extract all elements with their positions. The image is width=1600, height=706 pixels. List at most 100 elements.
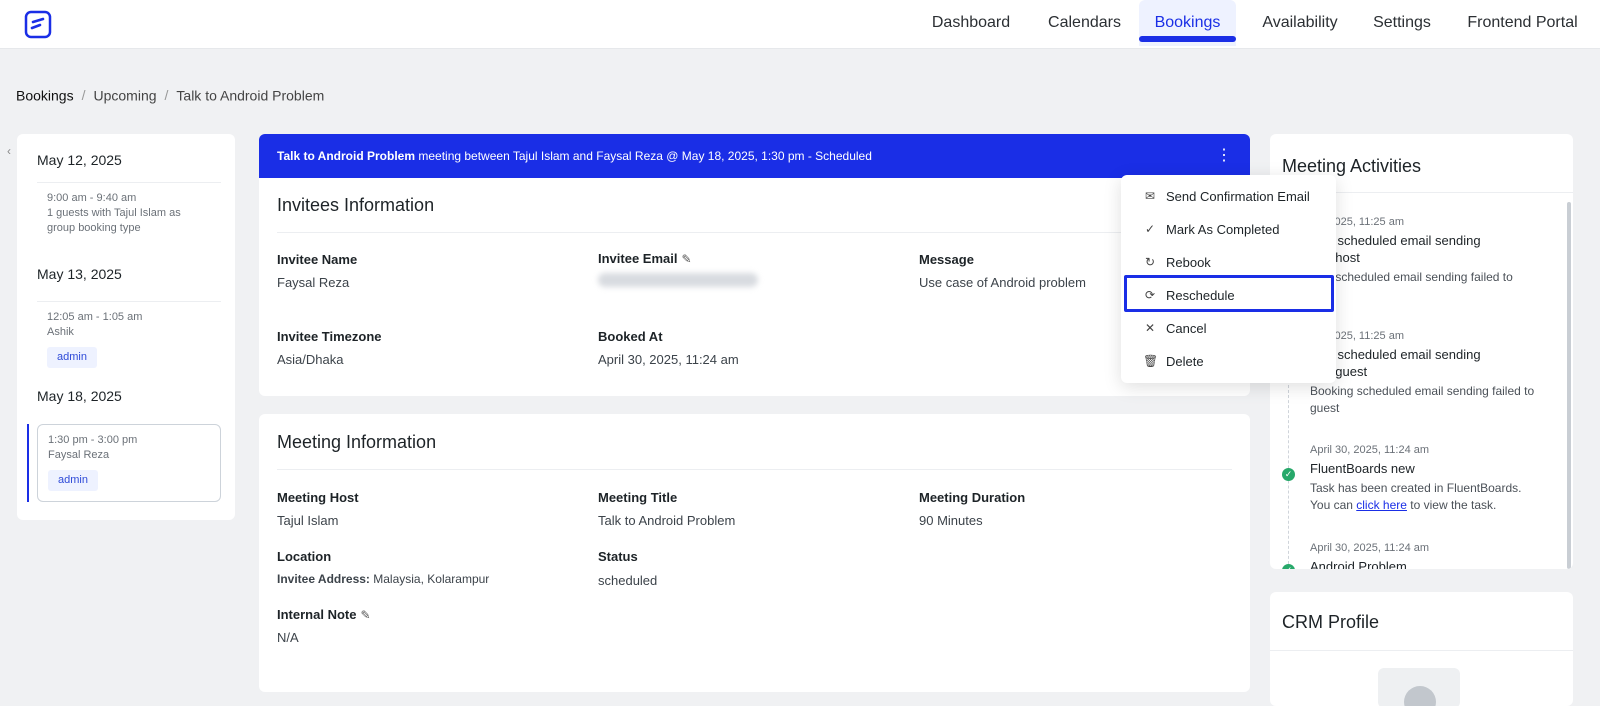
crm-profile-panel: CRM Profile — [1270, 592, 1573, 706]
activity-item: 30, 2025, 11:25 am king scheduled email … — [1310, 216, 1550, 286]
status-value: scheduled — [598, 573, 658, 588]
avatar — [1378, 668, 1460, 706]
top-navbar: Dashboard Calendars Bookings Availabilit… — [0, 0, 1600, 49]
reschedule-highlight-box — [1124, 275, 1334, 312]
menu-item-send-confirmation-email[interactable]: ✉ Send Confirmation Email — [1121, 180, 1336, 213]
message-label: Message — [919, 252, 974, 267]
internal-note-label: Internal Note ✎ — [277, 607, 371, 622]
menu-item-mark-as-completed[interactable]: ✓ Mark As Completed — [1121, 213, 1336, 246]
activity-heading: FluentBoards new — [1310, 461, 1415, 476]
divider — [277, 469, 1232, 470]
breadcrumb: Bookings / Upcoming / Talk to Android Proble… — [16, 87, 325, 104]
activities-scrollbar[interactable] — [1567, 202, 1571, 569]
location-label: Location — [277, 549, 332, 564]
meeting-duration-label: Meeting Duration — [919, 490, 1026, 505]
activity-heading: d to host — [1310, 250, 1360, 265]
activity-item: April 30, 2025, 11:24 am FluentBoards ne… — [1310, 444, 1550, 514]
view-task-link[interactable]: click here — [1356, 498, 1407, 512]
divider — [277, 232, 1232, 233]
message-value: Use case of Android problem — [919, 275, 1086, 290]
kebab-vertical-icon[interactable]: ⋮ — [1216, 134, 1232, 178]
meeting-host-label: Meeting Host — [277, 490, 359, 505]
invitees-title: Invitees Information — [277, 195, 435, 215]
activity-item: April 30, 2025, 11:24 am Android Problem — [1310, 542, 1550, 569]
activities-title: Meeting Activities — [1282, 156, 1422, 176]
meeting-info-card: Meeting Information Meeting Host Tajul I… — [259, 414, 1250, 692]
nav-availability[interactable]: Availability — [1250, 0, 1350, 46]
check-circle-icon: ✓ — [1282, 468, 1295, 481]
nav-settings[interactable]: Settings — [1362, 0, 1442, 46]
invitee-name-label: Invitee Name — [277, 252, 358, 267]
activity-description: king scheduled email sending failed to — [1310, 270, 1513, 284]
nav-frontend-portal[interactable]: Frontend Portal — [1460, 0, 1585, 46]
menu-item-cancel[interactable]: ✕ Cancel — [1121, 312, 1336, 345]
slot-guest-name: Ashik — [47, 326, 74, 338]
slot-guest-name: Faysal Reza — [48, 449, 110, 461]
invitee-email-label: Invitee Email ✎ — [598, 251, 692, 266]
activity-text: to view the task. — [1406, 498, 1497, 512]
crm-profile-title: CRM Profile — [1282, 612, 1380, 632]
location-prefix: Invitee Address: — [277, 572, 370, 586]
menu-item-label: Mark As Completed — [1166, 222, 1280, 237]
menu-item-delete[interactable]: 🗑 Delete — [1121, 345, 1336, 378]
close-icon: ✕ — [1144, 321, 1156, 335]
app-logo-icon[interactable] — [24, 10, 53, 40]
activity-heading: king scheduled email sending — [1310, 347, 1481, 362]
breadcrumb-upcoming[interactable]: Upcoming — [93, 87, 156, 103]
slot-detail: group booking type — [47, 222, 141, 234]
menu-item-label: Delete — [1166, 354, 1204, 369]
activity-time: April 30, 2025, 11:24 am — [1310, 444, 1430, 456]
slot-time: 1:30 pm - 3:00 pm — [48, 434, 138, 446]
slot-time: 12:05 am - 1:05 am — [47, 311, 143, 323]
internal-note-value: N/A — [277, 630, 299, 645]
invitee-email-value-redacted — [598, 273, 758, 287]
trash-icon: 🗑 — [1143, 354, 1159, 368]
booking-list-panel: May 12, 2025 9:00 am - 9:40 am 1 guests … — [17, 134, 235, 520]
edit-pencil-icon[interactable]: ✎ — [681, 252, 691, 266]
activity-description: Task has been created in FluentBoards. — [1310, 481, 1522, 495]
breadcrumb-current: Talk to Android Problem — [176, 87, 325, 104]
booking-slot[interactable]: 9:00 am - 9:40 am 1 guests with Tajul Is… — [37, 182, 221, 256]
meeting-duration-value: 90 Minutes — [919, 513, 983, 528]
check-icon: ✓ — [1144, 222, 1156, 236]
band-event-title: Talk to Android Problem — [277, 149, 416, 163]
booked-at-value: April 30, 2025, 11:24 am — [598, 352, 739, 367]
nav-dashboard[interactable]: Dashboard — [925, 0, 1017, 46]
activity-heading: d to guest — [1310, 364, 1368, 379]
invitee-name-value: Faysal Reza — [277, 275, 350, 290]
activity-description: Booking scheduled email sending failed t… — [1310, 384, 1535, 415]
nav-active-indicator — [1139, 36, 1236, 42]
meeting-info-title: Meeting Information — [277, 432, 437, 452]
location-value: Invitee Address: Malaysia, Kolarampur — [277, 572, 489, 586]
timezone-label: Invitee Timezone — [277, 329, 382, 344]
date-heading: May 12, 2025 — [37, 152, 122, 168]
edit-pencil-icon[interactable]: ✎ — [360, 608, 370, 622]
band-summary-text: meeting between Tajul Islam and Faysal R… — [415, 149, 872, 163]
collapse-left-icon[interactable]: ‹ — [0, 134, 18, 168]
invitee-email-label-text: Invitee Email — [598, 251, 678, 266]
breadcrumb-bookings[interactable]: Bookings — [16, 87, 74, 103]
menu-item-label: Cancel — [1166, 321, 1207, 336]
location-address: Malaysia, Kolarampur — [369, 572, 490, 586]
booking-slot-selected[interactable]: 1:30 pm - 3:00 pm Faysal Reza admin — [37, 424, 221, 502]
date-heading: May 18, 2025 — [37, 388, 122, 404]
booking-slot[interactable]: 12:05 am - 1:05 am Ashik admin — [37, 301, 221, 379]
slot-tag: admin — [47, 347, 97, 368]
activity-text: You can — [1310, 498, 1357, 512]
nav-calendars[interactable]: Calendars — [1037, 0, 1132, 46]
booked-at-label: Booked At — [598, 329, 663, 344]
activity-time: 30, 2025, 11:25 am — [1310, 330, 1404, 342]
activity-heading: Android Problem — [1310, 559, 1407, 569]
activity-time: 30, 2025, 11:25 am — [1310, 216, 1404, 228]
menu-item-label: Send Confirmation Email — [1166, 189, 1310, 204]
meeting-title-value: Talk to Android Problem — [598, 513, 736, 528]
booking-summary-band: Talk to Android Problem meeting between … — [259, 134, 1250, 178]
activity-item: 30, 2025, 11:25 am king scheduled email … — [1310, 330, 1550, 417]
activity-time: April 30, 2025, 11:24 am — [1310, 542, 1430, 554]
meeting-title-label: Meeting Title — [598, 490, 678, 505]
slot-tag: admin — [48, 470, 98, 491]
meeting-host-value: Tajul Islam — [277, 513, 339, 528]
invitees-card: Invitees Information Invitee Name Faysal… — [259, 178, 1250, 396]
selected-slot-indicator — [27, 424, 29, 502]
mail-icon: ✉ — [1144, 189, 1156, 203]
